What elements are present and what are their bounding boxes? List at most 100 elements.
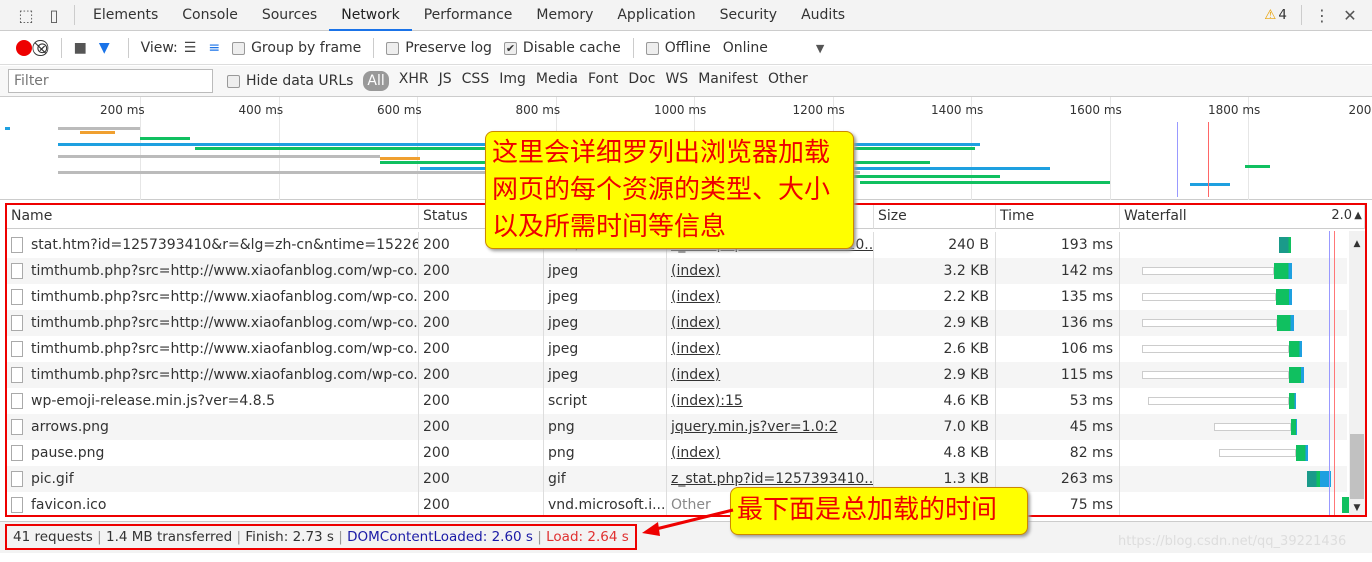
cell-time: 193 ms bbox=[996, 232, 1120, 258]
cell-status: 200 bbox=[419, 492, 544, 515]
clear-button-glyph[interactable]: ⊘ bbox=[36, 39, 49, 57]
waterfall-queue-bar bbox=[1219, 449, 1296, 457]
table-row[interactable]: timthumb.php?src=http://www.xiaofanblog.… bbox=[7, 362, 1347, 388]
waterfall-view-icon[interactable]: ≡ bbox=[208, 40, 220, 56]
cell-type: jpeg bbox=[544, 258, 667, 284]
cell-initiator[interactable]: (index) bbox=[667, 310, 874, 336]
filter-type-manifest[interactable]: Manifest bbox=[698, 71, 758, 91]
filter-type-xhr[interactable]: XHR bbox=[399, 71, 429, 91]
column-header-name[interactable]: Name bbox=[7, 205, 419, 229]
cell-initiator[interactable]: (index) bbox=[667, 362, 874, 388]
close-icon[interactable]: ✕ bbox=[1336, 6, 1364, 25]
column-header-time[interactable]: Time bbox=[996, 205, 1120, 229]
cell-type: png bbox=[544, 414, 667, 440]
cell-size: 4.6 KB bbox=[874, 388, 996, 414]
divider bbox=[1301, 5, 1302, 25]
table-row[interactable]: arrows.png 200 png jquery.min.js?ver=1.0:2 7… bbox=[7, 414, 1347, 440]
tab-elements[interactable]: Elements bbox=[81, 0, 170, 31]
hide-data-urls-checkbox[interactable]: Hide data URLs bbox=[227, 73, 353, 89]
column-header-waterfall[interactable]: Waterfall 2.0 ▲ bbox=[1120, 205, 1365, 229]
cell-time: 106 ms bbox=[996, 336, 1120, 362]
cell-name: arrows.png bbox=[7, 414, 419, 440]
tab-application[interactable]: Application bbox=[605, 0, 707, 31]
inspect-element-icon[interactable]: ⬚ bbox=[12, 6, 40, 25]
filter-type-font[interactable]: Font bbox=[588, 71, 618, 91]
tab-audits[interactable]: Audits bbox=[789, 0, 857, 31]
tab-sources[interactable]: Sources bbox=[250, 0, 329, 31]
waterfall-bar bbox=[1291, 419, 1297, 435]
cell-initiator[interactable]: (index) bbox=[667, 336, 874, 362]
large-rows-icon[interactable]: ☰ bbox=[184, 40, 197, 56]
overview-marker bbox=[1208, 122, 1209, 197]
group-by-frame-checkbox[interactable]: Group by frame bbox=[232, 40, 361, 56]
screenshot-camera-icon[interactable]: ■ bbox=[74, 40, 87, 56]
filter-type-other[interactable]: Other bbox=[768, 71, 808, 91]
annotation-callout-table: 这里会详细罗列出浏览器加载网页的每个资源的类型、大小以及所需时间等信息 bbox=[485, 131, 854, 249]
filter-type-media[interactable]: Media bbox=[536, 71, 578, 91]
overview-request-bar bbox=[1190, 183, 1230, 186]
device-toolbar-icon[interactable]: ▯ bbox=[40, 6, 68, 25]
overview-request-bar bbox=[860, 181, 1110, 184]
divider bbox=[373, 38, 375, 58]
cell-initiator[interactable]: jquery.min.js?ver=1.0:2 bbox=[667, 414, 874, 440]
filter-input[interactable] bbox=[8, 69, 213, 93]
filter-type-doc[interactable]: Doc bbox=[628, 71, 655, 91]
table-row[interactable]: timthumb.php?src=http://www.xiaofanblog.… bbox=[7, 258, 1347, 284]
divider bbox=[74, 5, 75, 25]
table-row[interactable]: timthumb.php?src=http://www.xiaofanblog.… bbox=[7, 310, 1347, 336]
record-button[interactable] bbox=[16, 40, 32, 56]
cell-type: jpeg bbox=[544, 310, 667, 336]
tab-network[interactable]: Network bbox=[329, 0, 412, 31]
table-row[interactable]: pic.gif 200 gif z_stat.php?id=1257393410...… bbox=[7, 466, 1347, 492]
cell-initiator[interactable]: (index) bbox=[667, 440, 874, 466]
cell-size: 2.9 KB bbox=[874, 362, 996, 388]
scrollbar-thumb[interactable] bbox=[1350, 434, 1364, 499]
file-icon bbox=[11, 263, 23, 279]
filter-bar: Hide data URLs All XHR JS CSS Img Media Font Do… bbox=[0, 66, 1372, 97]
cell-name: timthumb.php?src=http://www.xiaofanblog.… bbox=[7, 336, 419, 362]
filter-type-ws[interactable]: WS bbox=[665, 71, 688, 91]
overview-request-bar bbox=[140, 137, 190, 140]
cell-initiator[interactable]: (index) bbox=[667, 258, 874, 284]
cell-name: timthumb.php?src=http://www.xiaofanblog.… bbox=[7, 284, 419, 310]
file-icon bbox=[11, 497, 23, 513]
tab-console[interactable]: Console bbox=[170, 0, 250, 31]
warning-count[interactable]: 4 bbox=[1278, 7, 1287, 23]
file-icon bbox=[11, 341, 23, 357]
table-row[interactable]: timthumb.php?src=http://www.xiaofanblog.… bbox=[7, 336, 1347, 362]
table-row[interactable]: wp-emoji-release.min.js?ver=4.8.5 200 scri… bbox=[7, 388, 1347, 414]
devtools-tab-bar: ⬚ ▯ Elements Console Sources Network Perform… bbox=[0, 0, 1372, 31]
cell-initiator[interactable]: (index) bbox=[667, 284, 874, 310]
table-row[interactable]: timthumb.php?src=http://www.xiaofanblog.… bbox=[7, 284, 1347, 310]
filter-icon[interactable]: ▼ bbox=[99, 40, 110, 56]
waterfall-bar bbox=[1276, 289, 1292, 305]
cell-name: timthumb.php?src=http://www.xiaofanblog.… bbox=[7, 310, 419, 336]
disable-cache-checkbox[interactable]: ✔ Disable cache bbox=[503, 40, 621, 56]
warning-icon[interactable]: ⚠ bbox=[1264, 7, 1276, 23]
waterfall-queue-bar bbox=[1142, 345, 1289, 353]
tab-performance[interactable]: Performance bbox=[412, 0, 525, 31]
tab-memory[interactable]: Memory bbox=[524, 0, 605, 31]
filter-type-all[interactable]: All bbox=[363, 71, 389, 91]
cell-time: 53 ms bbox=[996, 388, 1120, 414]
preserve-log-checkbox[interactable]: Preserve log bbox=[386, 40, 492, 56]
cell-status: 200 bbox=[419, 310, 544, 336]
offline-checkbox[interactable]: Offline bbox=[645, 40, 711, 56]
time-tick: 1600 ms bbox=[1069, 103, 1122, 117]
table-row[interactable]: pause.png 200 png (index) 4.8 KB 82 ms bbox=[7, 440, 1347, 466]
filter-type-img[interactable]: Img bbox=[499, 71, 526, 91]
filter-type-css[interactable]: CSS bbox=[462, 71, 490, 91]
tab-security[interactable]: Security bbox=[708, 0, 790, 31]
throttling-select[interactable]: Online ▼ bbox=[723, 40, 825, 56]
waterfall-queue-bar bbox=[1142, 371, 1289, 379]
overview-request-bar bbox=[58, 155, 380, 158]
cell-name: pic.gif bbox=[7, 466, 419, 492]
filter-type-js[interactable]: JS bbox=[439, 71, 452, 91]
cell-name: stat.htm?id=1257393410&r=&lg=zh-cn&ntime… bbox=[7, 232, 419, 258]
waterfall-bar bbox=[1274, 263, 1292, 279]
cell-initiator[interactable]: (index):15 bbox=[667, 388, 874, 414]
more-options-icon[interactable]: ⋮ bbox=[1308, 6, 1336, 25]
column-header-size[interactable]: Size bbox=[874, 205, 996, 229]
cell-name: timthumb.php?src=http://www.xiaofanblog.… bbox=[7, 362, 419, 388]
vertical-scrollbar[interactable]: ▲ ▼ bbox=[1349, 231, 1365, 515]
